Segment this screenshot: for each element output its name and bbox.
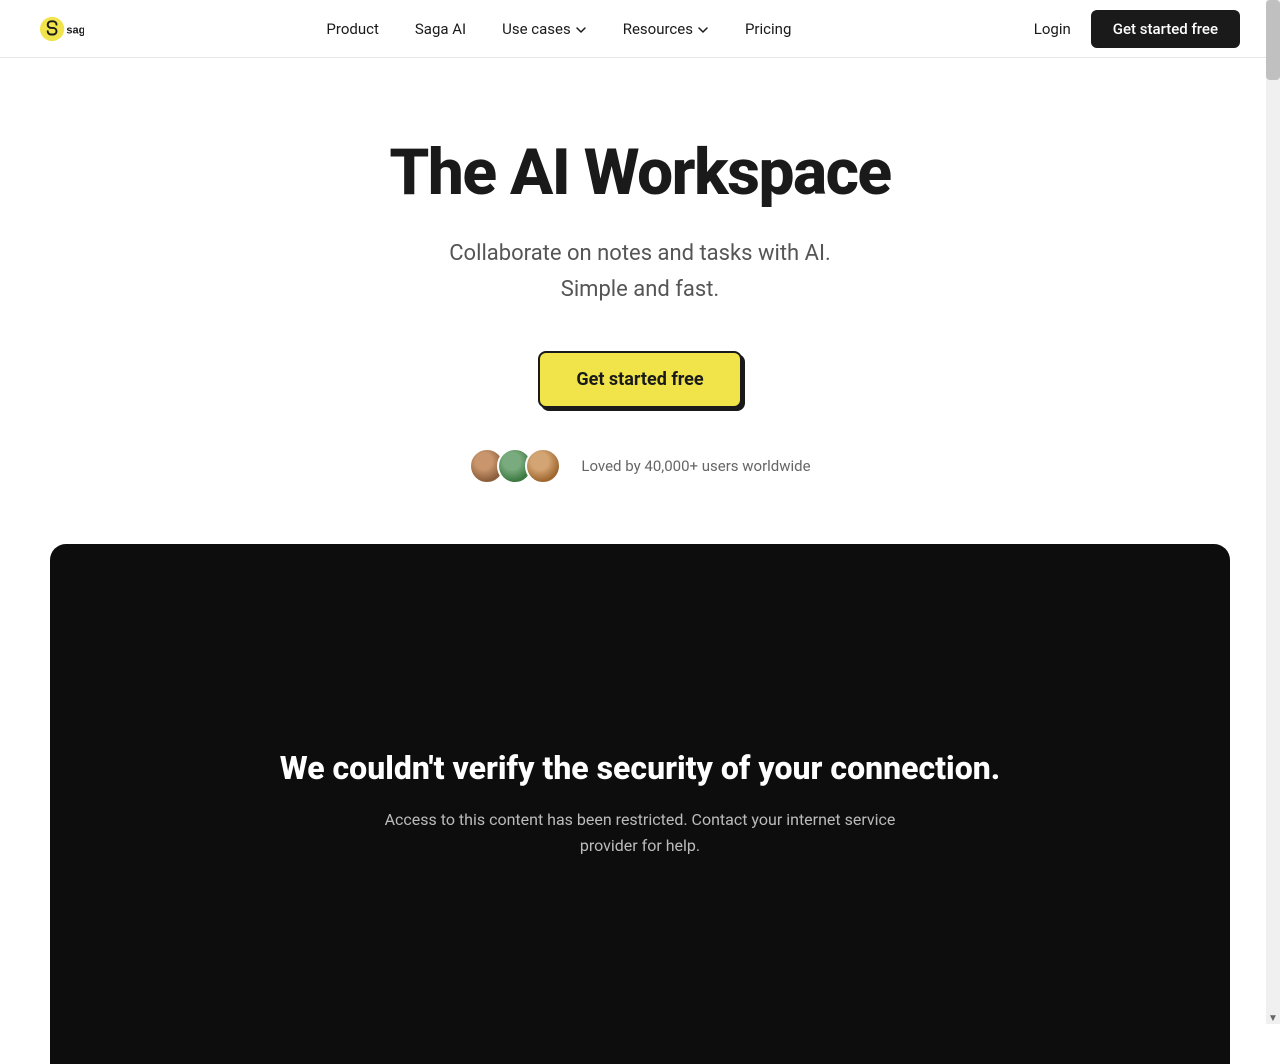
nav-item-use-cases[interactable]: Use cases bbox=[502, 20, 587, 38]
scrollbar-thumb[interactable] bbox=[1266, 0, 1280, 80]
hero-section: The AI Workspace Collaborate on notes an… bbox=[0, 58, 1280, 544]
scrollbar-track[interactable]: ▲ ▼ bbox=[1266, 0, 1280, 1024]
scrollbar-arrow-down[interactable]: ▼ bbox=[1266, 1013, 1280, 1024]
nav-item-resources[interactable]: Resources bbox=[623, 20, 709, 38]
social-proof: Loved by 40,000+ users worldwide bbox=[20, 448, 1260, 484]
security-warning-text: Access to this content has been restrict… bbox=[360, 807, 920, 858]
nav-link-use-cases[interactable]: Use cases bbox=[502, 20, 587, 38]
nav-links: Product Saga AI Use cases Resources Pric… bbox=[326, 20, 791, 38]
nav-item-saga-ai[interactable]: Saga AI bbox=[415, 20, 466, 38]
nav-link-product[interactable]: Product bbox=[326, 20, 378, 38]
avatar-3 bbox=[525, 448, 561, 484]
chevron-down-icon-2 bbox=[697, 24, 709, 36]
nav-cta-button[interactable]: Get started free bbox=[1091, 10, 1240, 48]
login-link[interactable]: Login bbox=[1034, 20, 1071, 38]
nav-link-pricing[interactable]: Pricing bbox=[745, 20, 791, 38]
hero-subtitle: Collaborate on notes and tasks with AI. … bbox=[20, 236, 1260, 306]
avatar-group bbox=[469, 448, 561, 484]
chevron-down-icon bbox=[575, 24, 587, 36]
dark-section: We couldn't verify the security of your … bbox=[50, 544, 1230, 1064]
social-proof-text: Loved by 40,000+ users worldwide bbox=[581, 457, 810, 475]
hero-title: The AI Workspace bbox=[20, 138, 1260, 208]
security-warning-title: We couldn't verify the security of your … bbox=[280, 749, 1000, 787]
nav-item-product[interactable]: Product bbox=[326, 20, 378, 38]
nav-link-saga-ai[interactable]: Saga AI bbox=[415, 20, 466, 38]
saga-logo-svg: saga bbox=[40, 7, 84, 51]
hero-cta-button[interactable]: Get started free bbox=[538, 351, 741, 408]
svg-text:saga: saga bbox=[66, 24, 84, 36]
logo-link[interactable]: saga bbox=[40, 7, 84, 51]
nav-item-pricing[interactable]: Pricing bbox=[745, 20, 791, 38]
navbar: saga Product Saga AI Use cases Resources bbox=[0, 0, 1280, 58]
nav-right: Login Get started free bbox=[1034, 10, 1240, 48]
nav-link-resources[interactable]: Resources bbox=[623, 20, 709, 38]
